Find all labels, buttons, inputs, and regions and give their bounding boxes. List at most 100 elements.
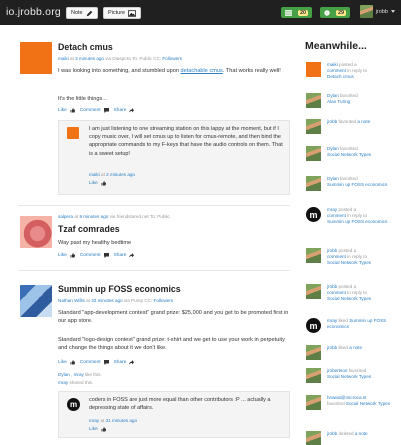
timestamp-link[interactable]: 9 minutes ago bbox=[79, 214, 108, 219]
activity-avatar[interactable] bbox=[306, 93, 321, 108]
activity-avatar[interactable]: m bbox=[306, 318, 321, 333]
reply-like-link[interactable]: Like bbox=[89, 181, 98, 186]
post-title[interactable]: Summin up FOSS economics bbox=[58, 284, 181, 294]
liker-link[interactable]: Dylan bbox=[58, 372, 70, 377]
actor-link[interactable]: jrobb bbox=[327, 345, 337, 350]
site-logo[interactable]: io.jrobb.org bbox=[6, 6, 61, 18]
object-link[interactable]: a note bbox=[349, 345, 362, 350]
post-body: I was looking into something, and stumbl… bbox=[58, 67, 288, 75]
cc-link[interactable]: Followers bbox=[154, 298, 174, 303]
actor-link[interactable]: mray bbox=[327, 207, 337, 212]
activity-avatar[interactable] bbox=[306, 146, 321, 161]
inbox-icon bbox=[285, 9, 292, 16]
sharer-link[interactable]: mray bbox=[58, 380, 68, 385]
inbox-badge[interactable]: 20 bbox=[281, 7, 313, 18]
divider bbox=[18, 270, 290, 271]
shared-by: mray shared this. bbox=[58, 380, 93, 385]
timestamp-link[interactable]: 3 minutes ago bbox=[75, 56, 104, 61]
liker-link[interactable]: mray bbox=[74, 372, 84, 377]
author-link[interactable]: maiki bbox=[58, 56, 69, 61]
object-link[interactable]: a note bbox=[355, 431, 368, 436]
picture-button-label: Picture bbox=[108, 10, 126, 16]
actor-link[interactable]: jrobb bbox=[327, 119, 337, 124]
activity-avatar[interactable] bbox=[306, 62, 321, 77]
reply-avatar[interactable] bbox=[67, 127, 79, 139]
actor-link[interactable]: jrobb bbox=[327, 248, 337, 253]
meta-text: via Pump CC: bbox=[122, 298, 154, 303]
like-link[interactable]: Like bbox=[58, 360, 67, 365]
author-avatar[interactable] bbox=[20, 285, 52, 317]
reply-author-link[interactable]: maiki bbox=[89, 172, 100, 177]
post-title[interactable]: Tzaf comrades bbox=[58, 224, 120, 234]
like-link[interactable]: Like bbox=[58, 253, 67, 258]
target-link[interactable]: Summin up FOSS economics bbox=[327, 219, 387, 224]
comment-link[interactable]: Comment bbox=[80, 253, 101, 258]
comment-link[interactable]: Comment bbox=[80, 360, 101, 365]
reply-text: coders in FOSS are just more equal than … bbox=[89, 397, 271, 412]
cc-link[interactable]: Followers bbox=[162, 56, 182, 61]
object-link[interactable]: Social Network Types bbox=[327, 374, 371, 379]
note-button[interactable]: Note bbox=[66, 7, 98, 19]
author-link[interactable]: salpera bbox=[58, 214, 73, 219]
activity-avatar[interactable] bbox=[306, 248, 321, 263]
actor-link[interactable]: jrobertson bbox=[327, 368, 347, 373]
activity-avatar[interactable] bbox=[306, 176, 321, 191]
share-link[interactable]: Share bbox=[114, 108, 127, 113]
author-avatar[interactable] bbox=[20, 216, 52, 248]
post-meta: salpera at 9 minutes ago via friendstare… bbox=[58, 214, 170, 219]
top-bar: io.jrobb.org Note Picture 20 ! 29 jrobb bbox=[0, 0, 401, 25]
actor-link[interactable]: jrobb bbox=[327, 431, 337, 436]
activity-avatar[interactable] bbox=[306, 119, 321, 134]
reply-author-link[interactable]: mray bbox=[89, 418, 99, 423]
object-link[interactable]: Alan Turing bbox=[327, 99, 350, 104]
reply-timestamp-link[interactable]: 2 minutes ago bbox=[106, 172, 135, 177]
share-link[interactable]: Share bbox=[114, 360, 127, 365]
actor-link[interactable]: maiki bbox=[327, 62, 338, 67]
actor-link[interactable]: mray bbox=[327, 318, 337, 323]
picture-button[interactable]: Picture bbox=[103, 7, 142, 19]
sidebar-title: Meanwhile... bbox=[305, 40, 367, 52]
object-link[interactable]: comment bbox=[327, 254, 346, 259]
activity-avatar[interactable]: m bbox=[306, 207, 321, 222]
activity-avatar[interactable] bbox=[306, 395, 321, 410]
target-link[interactable]: Social Network Types bbox=[327, 296, 371, 301]
object-link[interactable]: comment bbox=[327, 68, 346, 73]
actor-link[interactable]: Dylan bbox=[327, 146, 339, 151]
reply-timestamp-link[interactable]: 31 minutes ago bbox=[106, 418, 137, 423]
activity-avatar[interactable] bbox=[306, 368, 321, 383]
verb-text: posted a bbox=[337, 62, 357, 67]
object-link[interactable]: Social Network Types bbox=[327, 152, 371, 157]
username: jrobb bbox=[375, 8, 388, 15]
object-link[interactable]: Social Network Types bbox=[346, 401, 390, 406]
activity-avatar[interactable] bbox=[306, 284, 321, 299]
post-title[interactable]: Detach cmus bbox=[58, 42, 113, 52]
body-text: I was looking into something, and stumbl… bbox=[58, 68, 181, 74]
reply-box: I am just listening to one streaming sta… bbox=[58, 120, 290, 195]
share-link[interactable]: Share bbox=[114, 253, 127, 258]
body-link[interactable]: detachable cmus bbox=[181, 68, 223, 74]
notifications-badge[interactable]: ! 29 bbox=[320, 7, 351, 18]
object-link[interactable]: comment bbox=[327, 290, 346, 295]
object-link[interactable]: Summin up FOSS economics bbox=[327, 182, 387, 187]
user-menu[interactable]: jrobb bbox=[359, 5, 395, 18]
reply-avatar[interactable]: m bbox=[67, 398, 80, 411]
verb-text: liked bbox=[337, 318, 350, 323]
author-avatar[interactable] bbox=[20, 42, 52, 74]
target-link[interactable]: Social Network Types bbox=[327, 260, 371, 265]
object-link[interactable]: a note bbox=[357, 119, 370, 124]
target-link[interactable]: Detach cmus bbox=[327, 74, 354, 79]
actor-link[interactable]: hrawat@microca.st bbox=[327, 395, 366, 400]
activity-avatar[interactable] bbox=[306, 431, 321, 445]
actor-link[interactable]: jrobb bbox=[327, 284, 337, 289]
reply-like-link[interactable]: Like bbox=[89, 427, 98, 432]
comment-icon bbox=[103, 253, 109, 258]
reply-actions: Like bbox=[89, 427, 106, 432]
comment-link[interactable]: Comment bbox=[80, 108, 101, 113]
like-link[interactable]: Like bbox=[58, 108, 67, 113]
author-link[interactable]: Nathan Willis bbox=[58, 298, 85, 303]
object-link[interactable]: comment bbox=[327, 213, 346, 218]
actor-link[interactable]: Dylan bbox=[327, 93, 339, 98]
actor-link[interactable]: Dylan bbox=[327, 176, 339, 181]
activity-avatar[interactable] bbox=[306, 345, 321, 360]
timestamp-link[interactable]: 33 minutes ago bbox=[91, 298, 122, 303]
